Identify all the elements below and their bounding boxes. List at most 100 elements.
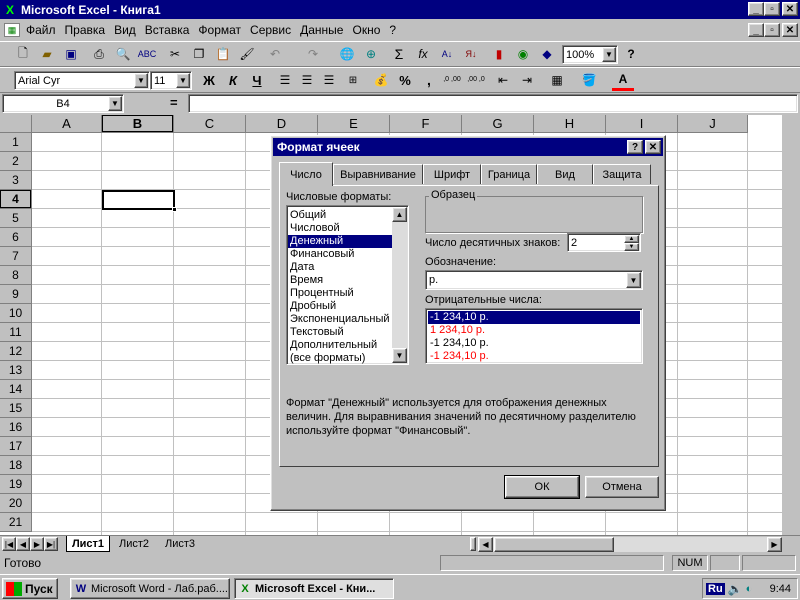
doc-minimize-button[interactable]: _ (748, 23, 764, 37)
redo-icon[interactable]: ↷ (302, 43, 324, 65)
fill-color-icon[interactable]: 🪣 (578, 69, 600, 91)
format-item[interactable]: Время (288, 274, 392, 287)
row-header-2[interactable]: 2 (0, 152, 32, 171)
taskbar-excel[interactable]: X Microsoft Excel - Кни... (234, 578, 394, 599)
menu-item-4[interactable]: Формат (198, 23, 241, 37)
percent-button[interactable]: % (394, 69, 416, 91)
column-header-E[interactable]: E (318, 115, 390, 133)
row-header-4[interactable]: 4 (0, 190, 32, 209)
name-box[interactable]: B4 ▼ (2, 94, 124, 113)
tab-alignment[interactable]: Выравнивание (333, 164, 423, 184)
menu-item-8[interactable]: ? (389, 23, 396, 37)
undo-icon[interactable]: ↶ (264, 43, 286, 65)
formula-input[interactable] (188, 94, 798, 113)
close-button[interactable]: ✕ (782, 2, 798, 16)
scroll-thumb[interactable] (494, 537, 614, 552)
row-header-1[interactable]: 1 (0, 133, 32, 152)
column-header-F[interactable]: F (390, 115, 462, 133)
hyperlink-icon[interactable]: 🌐 (336, 43, 358, 65)
print-preview-icon[interactable]: 🔍 (112, 43, 134, 65)
format-item[interactable]: Дробный (288, 300, 392, 313)
format-item[interactable]: Дата (288, 261, 392, 274)
menu-item-6[interactable]: Данные (300, 23, 343, 37)
row-header-9[interactable]: 9 (0, 285, 32, 304)
row-header-15[interactable]: 15 (0, 399, 32, 418)
vertical-scrollbar[interactable] (782, 115, 800, 535)
format-painter-icon[interactable]: 🖌 (236, 43, 258, 65)
row-header-6[interactable]: 6 (0, 228, 32, 247)
negative-item[interactable]: -1 234,10 р. (428, 311, 640, 324)
format-item[interactable]: Денежный (288, 235, 392, 248)
italic-button[interactable]: К (222, 69, 244, 91)
cut-icon[interactable]: ✂ (164, 43, 186, 65)
copy-icon[interactable]: ❐ (188, 43, 210, 65)
function-icon[interactable]: fx (412, 43, 434, 65)
autosum-icon[interactable]: Σ (388, 43, 410, 65)
format-item[interactable]: Процентный (288, 287, 392, 300)
align-center-icon[interactable]: ☰ (296, 69, 318, 91)
restore-button[interactable]: ▫ (764, 2, 780, 16)
row-header-18[interactable]: 18 (0, 456, 32, 475)
dialog-close-button[interactable]: ✕ (645, 140, 661, 154)
row-header-16[interactable]: 16 (0, 418, 32, 437)
column-header-J[interactable]: J (678, 115, 748, 133)
active-cell-b4[interactable] (102, 190, 175, 210)
ok-button[interactable]: ОК (504, 475, 580, 499)
bold-button[interactable]: Ж (198, 69, 220, 91)
decimals-spinner[interactable]: 2 ▲ ▼ (567, 233, 641, 252)
sheet-tab-3[interactable]: Лист3 (158, 536, 202, 552)
scroll-left-button[interactable]: ◀ (478, 537, 493, 552)
negative-item[interactable]: -1 234,10 р. (428, 350, 640, 363)
menu-item-3[interactable]: Вставка (145, 23, 190, 37)
zoom-dropdown-icon[interactable]: ▼ (602, 47, 616, 62)
open-icon[interactable]: ▰ (36, 43, 58, 65)
select-all-corner[interactable] (0, 115, 32, 133)
tab-protection[interactable]: Защита (593, 164, 651, 184)
increase-indent-icon[interactable]: ⇥ (516, 69, 538, 91)
borders-icon[interactable]: ▦ (546, 69, 568, 91)
language-indicator[interactable]: Ru (706, 582, 725, 595)
help-icon[interactable]: ? (620, 43, 642, 65)
column-header-G[interactable]: G (462, 115, 534, 133)
formats-list[interactable]: Общий Числовой Денежный Финансовый Дата Время… (286, 205, 409, 365)
row-header-8[interactable]: 8 (0, 266, 32, 285)
sheet-tab-1[interactable]: Лист1 (66, 536, 110, 552)
row-header-3[interactable]: 3 (0, 171, 32, 190)
decrease-indent-icon[interactable]: ⇤ (492, 69, 514, 91)
dialog-help-button[interactable]: ? (627, 140, 643, 154)
column-header-D[interactable]: D (246, 115, 318, 133)
first-sheet-button[interactable]: |◀ (2, 537, 16, 551)
comma-button[interactable]: , (418, 69, 440, 91)
decimals-down-icon[interactable]: ▼ (624, 243, 639, 251)
font-color-icon[interactable]: A (612, 69, 634, 91)
spelling-icon[interactable]: ABC (136, 43, 158, 65)
format-item[interactable]: (все форматы) (288, 352, 392, 365)
zoom-select[interactable]: 100% ▼ (562, 45, 618, 64)
tab-split-handle[interactable] (470, 537, 476, 551)
minimize-button[interactable]: _ (748, 2, 764, 16)
taskbar-word[interactable]: W Microsoft Word - Лаб.раб.... (70, 578, 230, 599)
formats-scroll-down[interactable]: ▼ (392, 348, 407, 363)
font-dropdown-icon[interactable]: ▼ (134, 73, 148, 88)
format-item[interactable]: Экспоненциальный (288, 313, 392, 326)
format-item[interactable]: Общий (288, 209, 392, 222)
start-button[interactable]: Пуск (2, 578, 58, 599)
horizontal-scrollbar[interactable]: ◀ ▶ (478, 537, 782, 552)
align-right-icon[interactable]: ☰ (318, 69, 340, 91)
font-select[interactable]: Arial Cyr ▼ (14, 71, 150, 90)
column-header-A[interactable]: A (32, 115, 102, 133)
tab-font[interactable]: Шрифт (423, 164, 481, 184)
chart-wizard-icon[interactable]: ▮ (488, 43, 510, 65)
menu-item-7[interactable]: Окно (352, 23, 380, 37)
web-toolbar-icon[interactable]: ⊕ (360, 43, 382, 65)
align-left-icon[interactable]: ☰ (274, 69, 296, 91)
scroll-right-button[interactable]: ▶ (767, 537, 782, 552)
map-icon[interactable]: ◉ (512, 43, 534, 65)
paste-icon[interactable]: 📋 (212, 43, 234, 65)
decimals-up-icon[interactable]: ▲ (624, 235, 639, 243)
row-header-20[interactable]: 20 (0, 494, 32, 513)
tray-app-icon[interactable]: ◐ (746, 583, 753, 595)
currency-icon[interactable]: 💰 (370, 69, 392, 91)
workbook-icon[interactable]: ▦ (4, 23, 20, 37)
tab-border[interactable]: Граница (481, 164, 537, 184)
